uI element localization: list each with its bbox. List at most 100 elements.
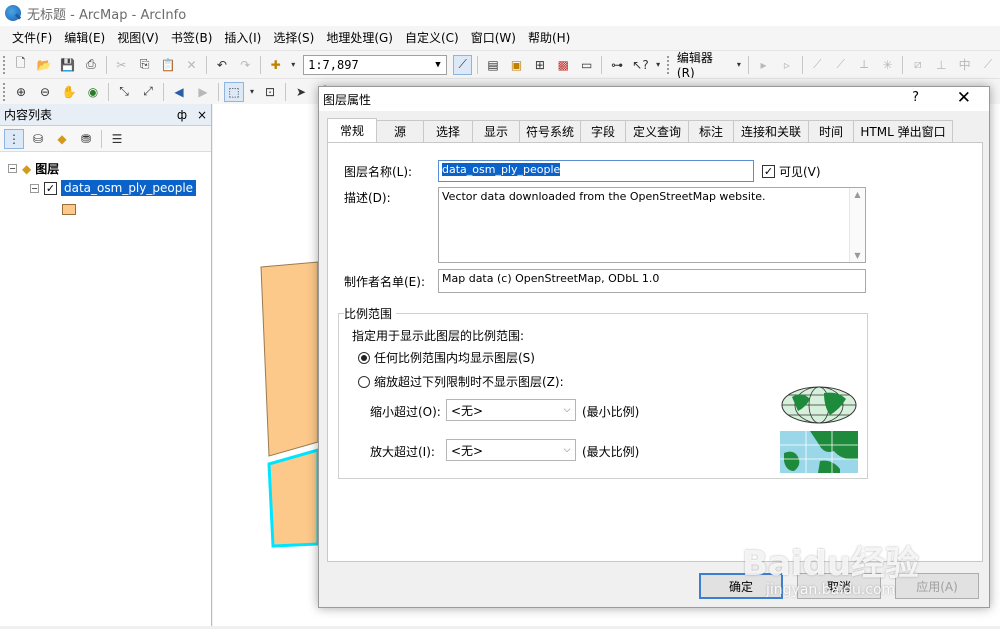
apply-button[interactable]: 应用(A) [895, 573, 979, 599]
layer-symbol-row[interactable] [62, 204, 76, 215]
tab-fields[interactable]: 字段 [580, 120, 626, 142]
menu-insert[interactable]: 插入(I) [218, 28, 267, 48]
collapse-icon[interactable]: − [8, 164, 17, 173]
max-scale-combo[interactable]: <无> ⌵ [446, 439, 576, 461]
editor-toolbar-icon[interactable]: ⟋ [452, 54, 473, 75]
menu-edit[interactable]: 编辑(E) [58, 28, 111, 48]
table-icon[interactable]: ▤ [483, 55, 502, 75]
chevron-down-icon[interactable]: ⌵ [559, 440, 575, 460]
search-window-icon[interactable]: ⊞ [530, 55, 549, 75]
toolbar-grip[interactable] [666, 55, 670, 74]
ok-button[interactable]: 确定 [699, 573, 783, 599]
description-textarea[interactable]: Vector data downloaded from the OpenStre… [438, 187, 866, 263]
toolbox-icon[interactable]: ▩ [554, 55, 573, 75]
fixed-zoom-in-icon[interactable]: ⤡ [114, 82, 134, 102]
menu-file[interactable]: 文件(F) [6, 28, 58, 48]
min-scale-combo[interactable]: <无> ⌵ [446, 399, 576, 421]
list-by-source-icon[interactable]: ⛁ [28, 129, 48, 149]
cancel-button[interactable]: 取消 [797, 573, 881, 599]
python-window-icon[interactable]: ▭ [577, 55, 596, 75]
reshape-icon[interactable]: ⊥ [932, 55, 951, 75]
new-document-icon[interactable]: 🗋 [11, 55, 30, 75]
add-data-icon[interactable]: ✚ [266, 55, 285, 75]
help-icon[interactable]: ? [912, 90, 919, 105]
open-folder-icon[interactable]: 📂 [34, 55, 53, 75]
chevron-down-icon[interactable]: ▾ [289, 55, 297, 75]
menu-customize[interactable]: 自定义(C) [399, 28, 465, 48]
arc-segment-icon[interactable]: ⟋ [831, 55, 850, 75]
copy-icon[interactable]: ⎘ [135, 55, 154, 75]
scroll-up-icon[interactable]: ▲ [854, 190, 860, 199]
split-icon[interactable]: ⟋ [978, 55, 997, 75]
polygon-symbol-swatch[interactable] [62, 204, 76, 215]
tab-joins-relates[interactable]: 连接和关联 [733, 120, 809, 142]
paste-icon[interactable]: 📋 [158, 55, 177, 75]
straight-segment-icon[interactable]: ⟋ [808, 55, 827, 75]
radio-any-scale-row[interactable]: 任何比例范围内均显示图层(S) [358, 349, 535, 366]
menu-geoprocessing[interactable]: 地理处理(G) [320, 28, 399, 48]
list-by-visibility-icon[interactable]: ◆ [52, 129, 72, 149]
menu-view[interactable]: 视图(V) [111, 28, 165, 48]
catalog-icon[interactable]: ▣ [507, 55, 526, 75]
menu-selection[interactable]: 选择(S) [267, 28, 320, 48]
chevron-down-icon[interactable]: ▾ [248, 82, 256, 102]
toc-options-icon[interactable]: ☰ [107, 129, 127, 149]
pin-icon[interactable]: ф [177, 108, 187, 122]
layer-name[interactable]: data_osm_ply_people [61, 180, 197, 196]
tab-display[interactable]: 显示 [472, 120, 520, 142]
chevron-down-icon[interactable]: ⌵ [559, 400, 575, 420]
layers-group-row[interactable]: − ◆ 图层 [8, 160, 59, 177]
cut-polygon-icon[interactable]: 中 [955, 55, 974, 75]
whats-this-icon[interactable]: ↖? [631, 55, 650, 75]
tab-labels[interactable]: 标注 [688, 120, 734, 142]
editor-menu-button[interactable]: 编辑器(R) [673, 49, 733, 80]
layer-name-input[interactable]: data_osm_ply_people [438, 160, 754, 182]
close-icon[interactable]: ✕ [957, 88, 971, 108]
tab-symbology[interactable]: 符号系统 [519, 120, 581, 142]
collapse-icon[interactable]: − [30, 183, 39, 193]
visible-checkbox[interactable]: ✓ [762, 165, 775, 178]
toolbar-grip[interactable] [3, 55, 6, 74]
chevron-down-icon[interactable]: ▾ [735, 55, 743, 75]
trace-icon[interactable]: ⟂ [854, 55, 873, 75]
redo-icon[interactable]: ↷ [236, 55, 255, 75]
menu-help[interactable]: 帮助(H) [522, 28, 576, 48]
radio-limit-scale-row[interactable]: 缩放超过下列限制时不显示图层(Z): [358, 373, 564, 390]
layer-row[interactable]: − ✓ data_osm_ply_people [30, 180, 197, 196]
credits-input[interactable]: Map data (c) OpenStreetMap, ODbL 1.0 [438, 269, 866, 293]
list-by-selection-icon[interactable]: ⛃ [76, 129, 96, 149]
list-by-drawing-order-icon[interactable]: ⋮ [4, 128, 24, 149]
clear-selection-icon[interactable]: ⊡ [260, 82, 280, 102]
save-icon[interactable]: 💾 [58, 55, 77, 75]
menu-windows[interactable]: 窗口(W) [465, 28, 522, 48]
tab-definition-query[interactable]: 定义查询 [625, 120, 689, 142]
back-extent-icon[interactable]: ◀ [169, 82, 189, 102]
scroll-down-icon[interactable]: ▼ [854, 251, 860, 260]
delete-icon[interactable]: ✕ [182, 55, 201, 75]
select-elements-icon[interactable]: ➤ [291, 82, 311, 102]
forward-extent-icon[interactable]: ▶ [193, 82, 213, 102]
tab-html-popup[interactable]: HTML 弹出窗口 [853, 120, 953, 142]
cut-icon[interactable]: ✂ [112, 55, 131, 75]
undo-icon[interactable]: ↶ [212, 55, 231, 75]
zoom-in-icon[interactable]: ⊕ [11, 82, 31, 102]
tab-source[interactable]: 源 [376, 120, 424, 142]
modelbuilder-icon[interactable]: ⊶ [607, 55, 626, 75]
zoom-out-icon[interactable]: ⊖ [35, 82, 55, 102]
description-scrollbar[interactable]: ▲ ▼ [849, 188, 865, 262]
toolbar-options-icon[interactable]: ▾ [654, 55, 662, 75]
full-extent-icon[interactable]: ◉ [83, 82, 103, 102]
select-features-icon[interactable]: ⬚ [224, 81, 244, 102]
edit-tool-icon[interactable]: ▸ [754, 55, 773, 75]
radio-limit-scale[interactable] [358, 375, 370, 388]
edit-vertices-icon[interactable]: ⧄ [908, 55, 927, 75]
point-icon[interactable]: ✳ [878, 55, 897, 75]
fixed-zoom-out-icon[interactable]: ⤢ [138, 82, 158, 102]
visible-checkbox-row[interactable]: ✓ 可见(V) [762, 163, 821, 180]
tab-selection[interactable]: 选择 [423, 120, 473, 142]
chevron-down-icon[interactable]: ▼ [430, 56, 446, 74]
close-icon[interactable]: × [197, 108, 207, 122]
tab-time[interactable]: 时间 [808, 120, 854, 142]
layer-visibility-checkbox[interactable]: ✓ [44, 181, 57, 195]
tab-general[interactable]: 常规 [327, 118, 377, 142]
